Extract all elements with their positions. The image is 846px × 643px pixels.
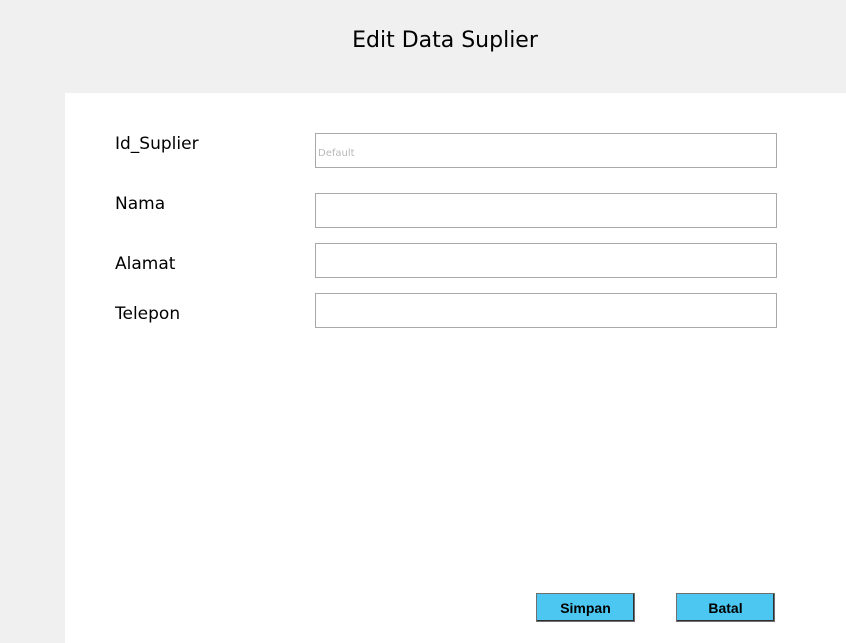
telepon-label: Telepon [115, 304, 181, 324]
batal-button[interactable]: Batal [676, 593, 775, 622]
alamat-label: Alamat [115, 254, 176, 274]
form-panel [65, 93, 846, 643]
page-title: Edit Data Suplier [352, 28, 538, 53]
nama-field[interactable] [315, 193, 777, 228]
telepon-field[interactable] [315, 293, 777, 328]
nama-label: Nama [115, 194, 166, 214]
id-suplier-label: Id_Suplier [115, 134, 199, 154]
alamat-field[interactable] [315, 243, 777, 278]
simpan-button[interactable]: Simpan [536, 593, 635, 622]
id-suplier-field[interactable] [315, 133, 777, 168]
